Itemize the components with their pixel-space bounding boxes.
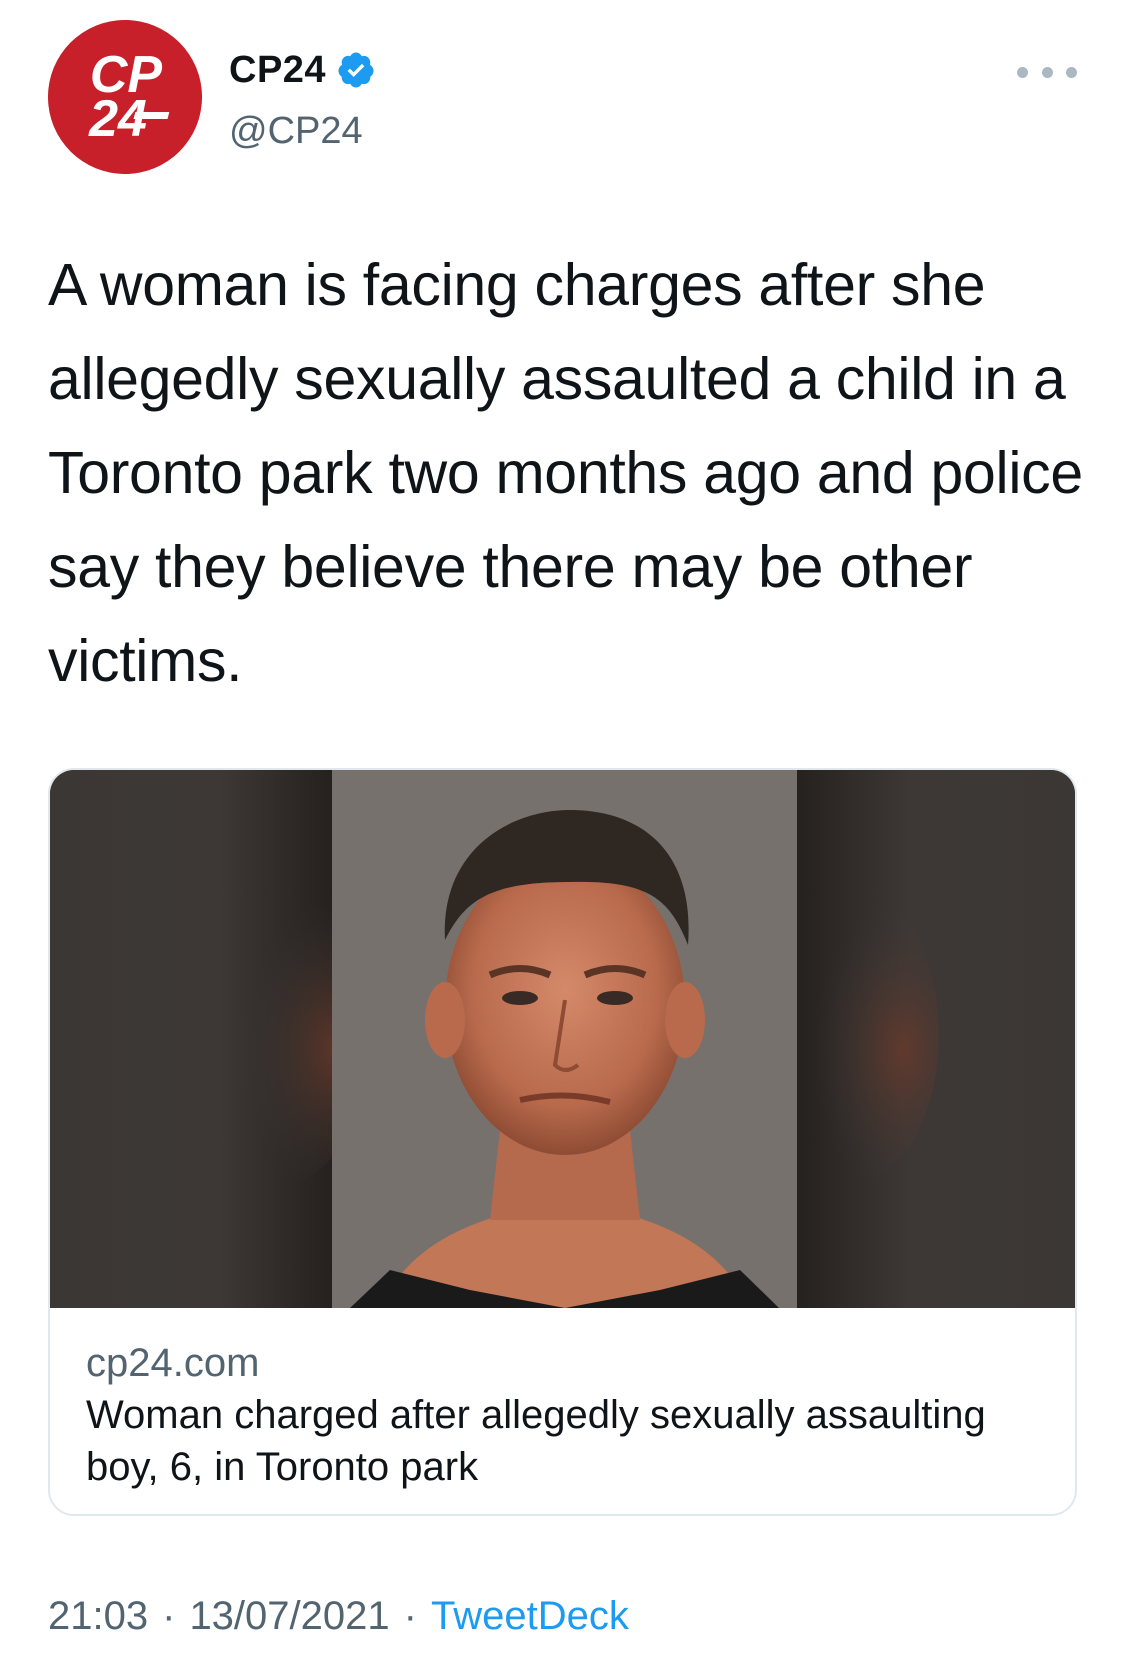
tweet-date[interactable]: 13/07/2021 <box>189 1594 389 1639</box>
card-domain: cp24.com <box>86 1341 260 1385</box>
mugshot-photo <box>50 770 1075 1308</box>
handle[interactable]: @CP24 <box>229 110 376 153</box>
tweet-text: A woman is facing charges after she alle… <box>48 252 1083 694</box>
tweet-footer: 21:03 · 13/07/2021 · TweetDeck <box>48 1594 629 1639</box>
card-image <box>50 770 1075 1308</box>
card-meta: cp24.com Woman charged after allegedly s… <box>86 1337 1046 1493</box>
tweet: CP 24 CP24 @CP24 A woman is facing charg… <box>0 0 1125 1668</box>
separator: · <box>162 1594 176 1638</box>
tweet-time[interactable]: 21:03 <box>48 1594 148 1639</box>
verified-badge-icon <box>336 50 376 90</box>
tweet-source-link[interactable]: TweetDeck <box>431 1594 629 1639</box>
separator: · <box>403 1594 417 1638</box>
card-title: Woman charged after allegedly sexually a… <box>86 1393 986 1489</box>
more-dot <box>1041 66 1053 78</box>
more-options-icon[interactable] <box>1017 62 1077 82</box>
more-dot <box>1066 66 1077 78</box>
link-card[interactable]: cp24.com Woman charged after allegedly s… <box>48 768 1077 1516</box>
author-block: CP24 @CP24 <box>229 46 376 153</box>
more-dot <box>1017 66 1028 78</box>
display-name[interactable]: CP24 <box>229 49 326 92</box>
display-name-row: CP24 <box>229 46 376 94</box>
cp24-logo-icon: CP 24 <box>48 20 202 174</box>
avatar[interactable]: CP 24 <box>48 20 202 174</box>
